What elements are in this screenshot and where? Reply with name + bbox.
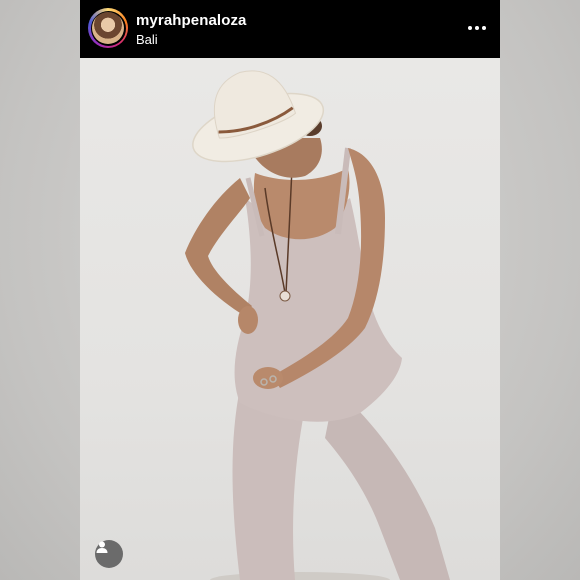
necklace-pendant — [279, 290, 291, 302]
avatar — [92, 12, 124, 44]
more-horizontal-icon — [482, 26, 486, 30]
user-tag-button[interactable] — [95, 540, 123, 568]
more-options-button[interactable] — [464, 16, 490, 40]
floor-mat — [210, 572, 390, 580]
post-header: myrahpenaloza Bali — [80, 0, 500, 58]
avatar-story-ring[interactable] — [88, 8, 128, 48]
hand-right — [253, 367, 283, 389]
hand-left — [238, 306, 258, 334]
arm-left — [185, 178, 252, 316]
more-horizontal-icon — [475, 26, 479, 30]
user-tag-icon — [96, 541, 108, 553]
instagram-post: myrahpenaloza Bali — [80, 0, 500, 580]
location-link[interactable]: Bali — [136, 32, 158, 47]
more-horizontal-icon — [468, 26, 472, 30]
avatar-frame — [90, 10, 126, 46]
photo-illustration — [185, 70, 450, 580]
username-link[interactable]: myrahpenaloza — [136, 12, 247, 29]
post-photo[interactable] — [80, 58, 500, 580]
